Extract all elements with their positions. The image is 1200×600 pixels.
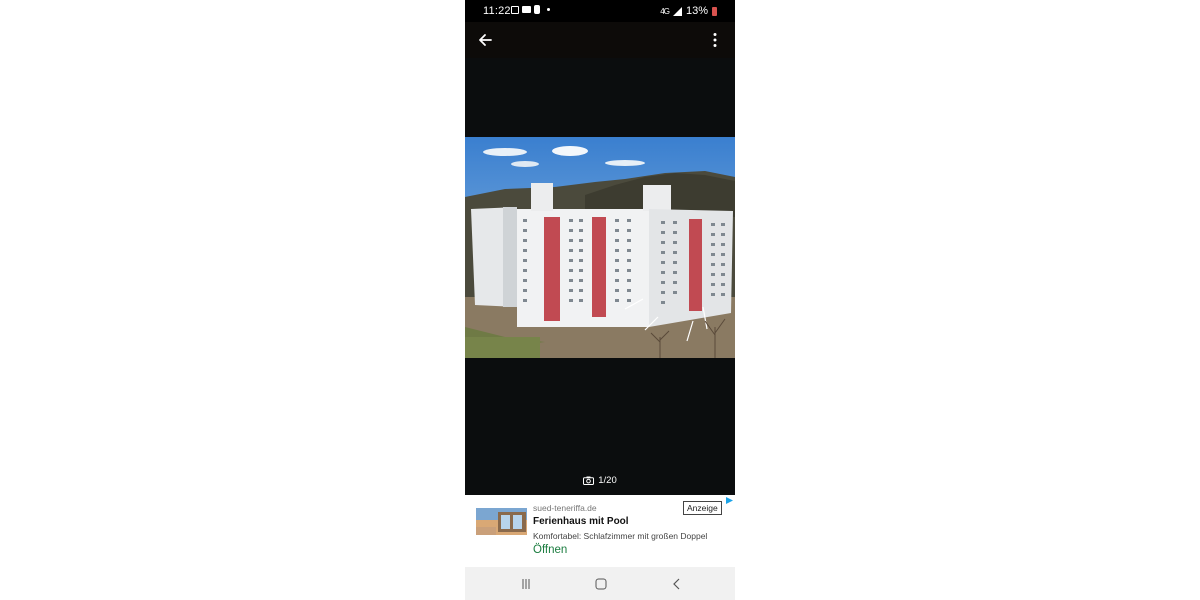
ad-image[interactable] <box>476 508 527 535</box>
signal-icon <box>672 6 682 16</box>
ad-open-button[interactable]: Öffnen <box>533 544 567 556</box>
phone-screen: 11:22 4G 13% 1/20 sued-teneriffa.de Feri… <box>465 0 735 600</box>
counter-text: 1/20 <box>598 475 617 486</box>
status-time: 11:22 <box>483 5 511 17</box>
more-vertical-icon[interactable] <box>705 30 725 50</box>
ad-badge: Anzeige <box>683 501 722 515</box>
dot-icon <box>547 8 550 11</box>
ad-description: Komfortabel: Schlafzimmer mit großen Dop… <box>533 531 708 541</box>
status-right: 4G 13% <box>660 5 717 17</box>
arrow-left-icon[interactable] <box>475 30 495 50</box>
ad-banner[interactable]: sued-teneriffa.de Ferienhaus mit Pool Ko… <box>465 495 735 567</box>
status-bar: 11:22 4G 13% <box>465 0 735 22</box>
back-icon[interactable] <box>671 578 683 590</box>
clipboard-icon <box>534 5 540 14</box>
battery-text: 13% <box>685 5 708 17</box>
mail-icon <box>522 6 531 13</box>
adchoices-icon[interactable] <box>725 496 734 505</box>
network-type: 4G <box>660 6 670 16</box>
app-bar <box>465 22 735 58</box>
notification-icons <box>511 5 550 14</box>
recent-apps-icon[interactable] <box>520 578 532 590</box>
camera-icon <box>583 476 595 485</box>
screen-record-icon <box>511 5 519 14</box>
ad-domain[interactable]: sued-teneriffa.de <box>533 503 597 513</box>
battery-icon <box>712 6 717 16</box>
ad-title[interactable]: Ferienhaus mit Pool <box>533 516 629 527</box>
photo-counter: 1/20 <box>465 475 735 486</box>
building-photo[interactable] <box>465 137 735 358</box>
photo-viewer[interactable]: 1/20 <box>465 58 735 495</box>
system-nav-bar <box>465 567 735 600</box>
home-icon[interactable] <box>595 578 607 590</box>
